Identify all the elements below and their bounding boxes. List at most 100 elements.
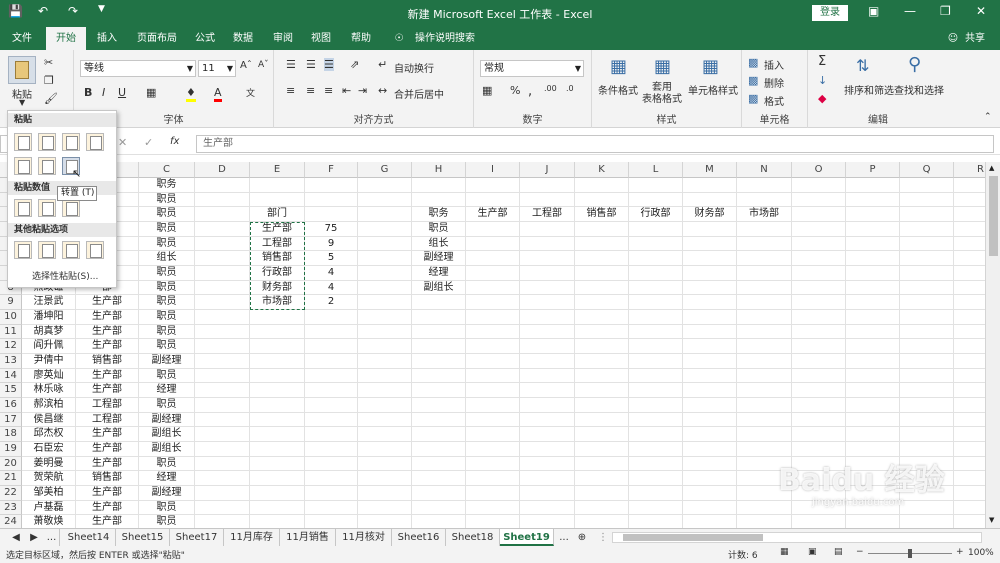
cell[interactable] xyxy=(575,339,629,354)
cell[interactable] xyxy=(737,383,792,398)
cell[interactable] xyxy=(737,353,792,369)
cell[interactable] xyxy=(358,368,412,384)
cell[interactable] xyxy=(846,280,900,296)
cell[interactable] xyxy=(575,471,629,486)
cell[interactable] xyxy=(629,397,683,413)
cell[interactable] xyxy=(954,427,985,442)
column-header-o[interactable]: O xyxy=(792,162,846,178)
cell[interactable] xyxy=(629,265,683,281)
cell[interactable] xyxy=(683,456,737,472)
cell[interactable]: 生产部 xyxy=(76,295,139,310)
cell[interactable] xyxy=(792,339,846,354)
cell[interactable] xyxy=(846,251,900,266)
tab-data[interactable]: 数据 xyxy=(226,27,260,50)
percent-icon[interactable]: % xyxy=(510,84,520,97)
align-middle-icon[interactable]: ☰ xyxy=(306,58,316,71)
column-header-d[interactable]: D xyxy=(195,162,250,178)
cell[interactable] xyxy=(900,236,954,252)
underline-icon[interactable]: U xyxy=(118,86,126,99)
cell[interactable]: 副经理 xyxy=(412,251,466,266)
cell[interactable] xyxy=(466,412,520,428)
cell[interactable] xyxy=(683,192,737,208)
share-button[interactable]: 共享 xyxy=(960,27,990,50)
cell[interactable] xyxy=(358,485,412,501)
cell[interactable] xyxy=(520,353,575,369)
sheet-tab[interactable]: Sheet19 xyxy=(500,529,554,546)
minimize-icon[interactable]: — xyxy=(904,4,916,18)
cell[interactable]: 生产部 xyxy=(76,339,139,354)
cell[interactable]: 75 xyxy=(305,221,358,237)
cell[interactable] xyxy=(629,295,683,310)
restore-icon[interactable]: ❐ xyxy=(940,4,951,18)
page-layout-view-icon[interactable]: ▣ xyxy=(808,547,817,557)
cell[interactable] xyxy=(792,295,846,310)
column-header-n[interactable]: N xyxy=(737,162,792,178)
cell[interactable]: 经理 xyxy=(139,471,195,486)
cell[interactable] xyxy=(792,383,846,398)
cell[interactable] xyxy=(846,221,900,237)
row-header[interactable]: 12 xyxy=(0,339,22,354)
cell[interactable] xyxy=(846,236,900,252)
cell[interactable] xyxy=(520,192,575,208)
cell[interactable] xyxy=(305,441,358,457)
row-header[interactable]: 11 xyxy=(0,324,22,340)
cell[interactable] xyxy=(954,486,985,501)
cell[interactable] xyxy=(466,500,520,516)
cell[interactable] xyxy=(629,471,683,486)
cell[interactable] xyxy=(412,471,466,486)
cell[interactable] xyxy=(305,207,358,222)
cell[interactable] xyxy=(520,383,575,398)
cell[interactable] xyxy=(954,442,985,457)
cell[interactable]: 销售部 xyxy=(575,207,629,222)
cell[interactable] xyxy=(305,412,358,428)
sheet-tab[interactable]: Sheet16 xyxy=(392,529,446,546)
cell[interactable]: 副组长 xyxy=(139,441,195,457)
more-sheets-right[interactable]: ... xyxy=(556,529,572,546)
column-header-g[interactable]: G xyxy=(358,162,412,178)
cell[interactable] xyxy=(412,456,466,472)
cell[interactable]: 职员 xyxy=(139,207,195,222)
cell[interactable] xyxy=(683,221,737,237)
cell[interactable] xyxy=(195,515,250,528)
cell[interactable] xyxy=(520,515,575,528)
paste-dropdown-icon[interactable]: ▼ xyxy=(19,98,25,107)
zoom-out-icon[interactable]: − xyxy=(856,547,864,557)
cell[interactable]: 郝滨柏 xyxy=(22,397,76,413)
cell[interactable] xyxy=(195,412,250,428)
cell[interactable] xyxy=(683,471,737,486)
cell[interactable]: 生产部 xyxy=(76,500,139,516)
cell[interactable]: 职员 xyxy=(139,324,195,340)
cell[interactable] xyxy=(250,427,305,442)
cell[interactable] xyxy=(683,280,737,296)
cell[interactable] xyxy=(900,353,954,369)
cell[interactable] xyxy=(575,383,629,398)
cell[interactable] xyxy=(737,339,792,354)
cell[interactable] xyxy=(358,295,412,310)
cell[interactable]: 职员 xyxy=(139,295,195,310)
cell[interactable] xyxy=(520,324,575,340)
cell[interactable] xyxy=(792,397,846,413)
cell[interactable] xyxy=(466,427,520,442)
cell[interactable] xyxy=(954,222,985,237)
cell[interactable] xyxy=(900,427,954,442)
tab-review[interactable]: 审阅 xyxy=(266,27,300,50)
align-center-icon[interactable]: ≡ xyxy=(306,84,315,97)
cell[interactable] xyxy=(305,309,358,325)
bold-icon[interactable]: B xyxy=(84,86,92,99)
cell[interactable] xyxy=(250,192,305,208)
cell[interactable] xyxy=(195,192,250,208)
cell[interactable]: 汪景武 xyxy=(22,295,76,310)
cell[interactable] xyxy=(250,456,305,472)
cell[interactable]: 侯昌继 xyxy=(22,412,76,428)
cell[interactable] xyxy=(683,397,737,413)
cell[interactable] xyxy=(195,397,250,413)
cell[interactable]: 生产部 xyxy=(76,456,139,472)
cell[interactable] xyxy=(792,353,846,369)
row-header[interactable]: 24 xyxy=(0,515,22,528)
cell[interactable]: 副经理 xyxy=(139,485,195,501)
cell[interactable] xyxy=(737,295,792,310)
cell[interactable] xyxy=(683,427,737,442)
formatting-icon[interactable] xyxy=(14,241,32,259)
cell[interactable] xyxy=(250,397,305,413)
column-header-k[interactable]: K xyxy=(575,162,629,178)
